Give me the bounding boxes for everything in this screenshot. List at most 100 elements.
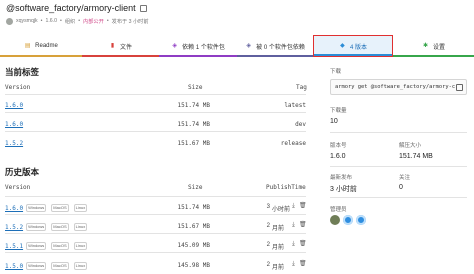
avatar[interactable] — [356, 215, 366, 225]
tab-dependencies[interactable]: ◈ 依赖 1 个软件包 — [159, 35, 237, 57]
header-version: 1.6.0 — [45, 18, 57, 24]
os-tag-linux: Linux — [73, 242, 88, 250]
copy-icon[interactable] — [456, 84, 463, 91]
table-row: 1.5.2 Windows MacOS Linux — [5, 223, 89, 231]
separator-dot: • — [78, 18, 81, 24]
visibility-badge: 内部公开 — [83, 18, 104, 25]
delete-icon[interactable]: 🗑 — [299, 241, 307, 248]
history-time-unit: 月前 — [272, 226, 285, 232]
table-row: 1.5.0 Windows MacOS Linux — [5, 262, 89, 270]
current-tags-heading: 当前标签 — [5, 67, 40, 77]
history-size: 145.98 MB — [177, 262, 210, 269]
divider — [5, 196, 306, 197]
history-version-link[interactable]: 1.5.1 — [5, 243, 23, 250]
tab-color-bar — [159, 55, 237, 57]
col-publish-time: PublishTime — [266, 184, 306, 191]
os-tag-linux: Linux — [73, 204, 88, 212]
os-tag-windows: Windows — [26, 242, 47, 250]
divider — [5, 112, 306, 113]
tab-versions[interactable]: ◆ 4 版本 — [313, 35, 393, 57]
history-version-link[interactable]: 1.5.0 — [5, 263, 23, 270]
org-label: 组织 — [64, 18, 76, 25]
latest-release-value: 3 小时前 — [330, 186, 357, 193]
history-time-unit: 小时前 — [272, 207, 291, 213]
tag-size: 151.74 MB — [177, 102, 210, 109]
managers-label: 管理员 — [330, 207, 347, 213]
separator-dot: • — [40, 18, 43, 24]
history-heading: 历史版本 — [5, 167, 40, 177]
os-tag-windows: Windows — [26, 262, 47, 270]
package-title: @software_factory/armory-client — [6, 3, 148, 13]
unpacked-size-label: 解压大小 — [399, 143, 422, 149]
package-meta: xqysmqjk • 1.6.0 • 组织 • 内部公开 • 发布于 3 小时前 — [6, 17, 149, 25]
version-value: 1.6.0 — [330, 153, 346, 160]
os-tag-windows: Windows — [26, 223, 47, 231]
latest-release-label: 最新发布 — [330, 175, 353, 181]
tab-readme[interactable]: ▤ Readme — [0, 35, 82, 57]
divider — [5, 214, 306, 215]
download-label: 下载 — [330, 69, 342, 75]
tab-label: 4 版本 — [349, 44, 367, 51]
history-size: 151.67 MB — [177, 223, 210, 230]
history-version-link[interactable]: 1.6.0 — [5, 205, 23, 212]
book-icon: ▤ — [24, 42, 31, 49]
divider — [5, 131, 306, 132]
col-size: Size — [188, 84, 203, 91]
download-icon[interactable]: ⤓ — [290, 203, 297, 210]
tab-color-bar — [0, 55, 82, 57]
tab-color-bar — [314, 54, 392, 56]
tab-label: 依赖 1 个软件包 — [182, 44, 225, 51]
copy-icon[interactable] — [140, 5, 148, 12]
owner-name[interactable]: xqysmqjk — [16, 18, 38, 24]
follow-count: 0 — [399, 184, 403, 191]
col-version: Version — [5, 84, 31, 91]
delete-icon[interactable]: 🗑 — [299, 222, 307, 229]
os-tag-macos: MacOS — [51, 223, 69, 231]
tag-name: dev — [295, 121, 306, 128]
divider — [5, 94, 306, 95]
tag-version-link[interactable]: 1.6.0 — [5, 102, 23, 109]
divider — [5, 233, 306, 234]
tag-version-link[interactable]: 1.6.0 — [5, 121, 23, 128]
tab-dependents[interactable]: ◈ 被 0 个软件包依赖 — [237, 35, 313, 57]
download-icon[interactable]: ⤓ — [290, 241, 297, 248]
history-time-count: 3 — [266, 204, 270, 210]
tab-files[interactable]: ▮ 文件 — [82, 35, 159, 57]
delete-icon[interactable]: 🗑 — [299, 261, 307, 268]
history-size: 145.09 MB — [177, 242, 210, 249]
table-row: 1.5.1 Windows MacOS Linux — [5, 242, 89, 250]
delete-icon[interactable]: 🗑 — [299, 203, 307, 210]
package-icon: ◈ — [172, 42, 177, 49]
divider — [330, 197, 467, 198]
tab-label: 文件 — [119, 44, 132, 51]
avatar[interactable] — [330, 215, 340, 225]
tab-color-bar — [82, 55, 159, 57]
history-version-link[interactable]: 1.5.2 — [5, 224, 23, 231]
tag-version-link[interactable]: 1.5.2 — [5, 140, 23, 147]
gear-icon: ✱ — [422, 42, 428, 49]
os-tag-windows: Windows — [26, 204, 47, 212]
divider — [5, 252, 306, 253]
download-icon[interactable]: ⤓ — [290, 222, 297, 229]
package-tabs: ▤ Readme ▮ 文件 ◈ 依赖 1 个软件包 ◈ 被 0 个软件包依赖 ◆… — [0, 35, 474, 57]
package-name: @software_factory/armory-client — [6, 3, 136, 13]
managers-list — [330, 215, 366, 225]
history-time-count: 2 — [266, 242, 270, 248]
os-tag-linux: Linux — [73, 223, 88, 231]
download-icon[interactable]: ⤓ — [290, 261, 297, 268]
os-tag-macos: MacOS — [51, 242, 69, 250]
history-time-count: 2 — [266, 262, 270, 268]
tab-color-bar — [237, 55, 313, 57]
divider — [330, 166, 467, 167]
download-count-label: 下载量 — [330, 108, 347, 114]
os-tag-macos: MacOS — [51, 262, 69, 270]
tag-size: 151.67 MB — [177, 140, 210, 147]
col-tag: Tag — [296, 84, 307, 91]
history-time-unit: 月前 — [272, 245, 285, 251]
avatar[interactable] — [343, 215, 353, 225]
col-version: Version — [5, 184, 31, 191]
tag-name: release — [280, 140, 306, 147]
history-size: 151.74 MB — [177, 204, 210, 211]
install-command[interactable]: armory get @software_factory/armory-clie… — [335, 84, 455, 90]
tab-settings[interactable]: ✱ 设置 — [393, 35, 474, 57]
